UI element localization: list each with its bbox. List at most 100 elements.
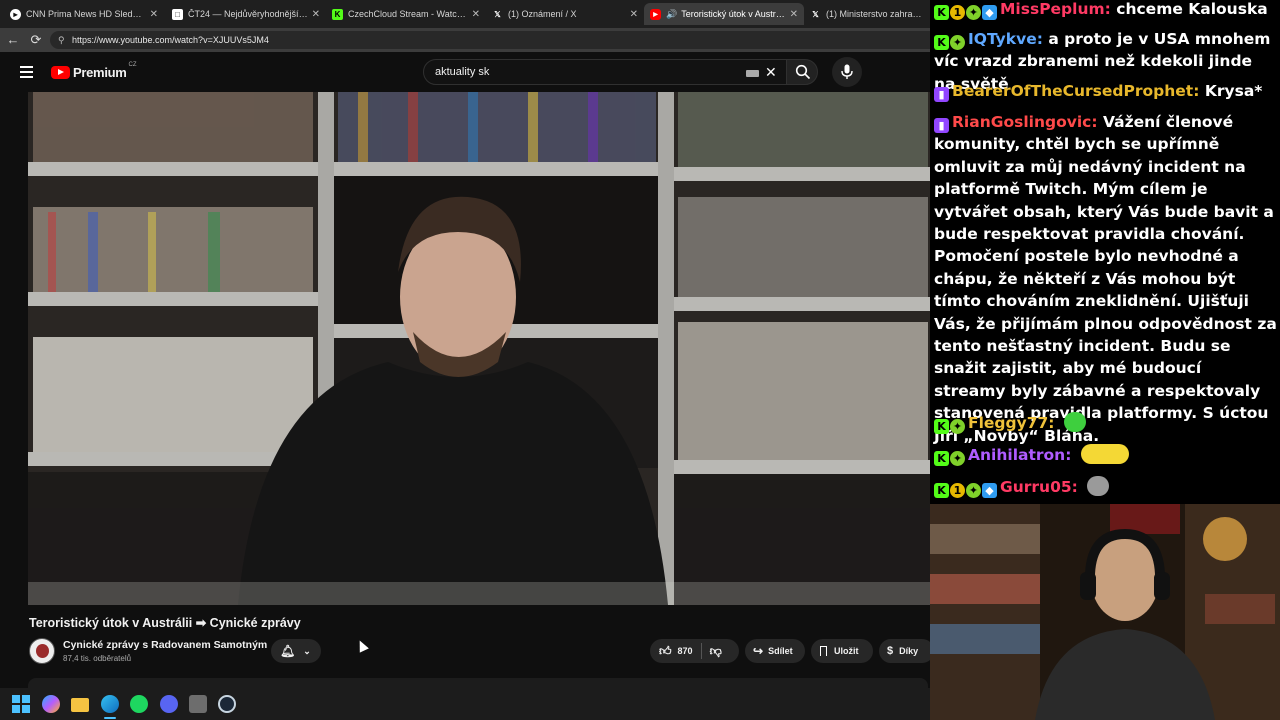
share-label: Sdílet (768, 646, 793, 656)
chat-username[interactable]: RianGoslingovic (952, 113, 1091, 131)
video-title: Teroristický útok v Austrálii ➡ Cynické … (29, 616, 301, 630)
back-icon[interactable]: ← (5, 32, 21, 48)
bookmark-icon (820, 646, 827, 656)
youtube-header: Premium CZ aktuality sk ✕ (0, 52, 930, 92)
chat-username[interactable]: Fleggy77 (968, 414, 1048, 432)
calculator-icon[interactable] (189, 695, 207, 713)
discord-icon[interactable] (160, 695, 178, 713)
chat-message: K ✦ Fleggy77: (934, 412, 1277, 434)
gem-badge-icon: ◆ (982, 5, 997, 20)
thumbs-down-icon: 👎︎ (709, 643, 722, 658)
keyboard-icon[interactable] (746, 70, 759, 77)
tab-title: ČT24 — Nejdůvěryhodnější zpravo (188, 9, 308, 19)
chat-username[interactable]: MissPeplum (1000, 0, 1105, 18)
site-info-icon[interactable]: ⚲ (58, 31, 65, 49)
close-tab-icon[interactable]: ✕ (312, 9, 320, 20)
reload-icon[interactable]: ⟳ (28, 32, 44, 48)
file-explorer-icon[interactable] (71, 698, 89, 712)
like-button[interactable]: 👍︎ 870 (650, 644, 693, 659)
avatar-image (36, 644, 49, 658)
chat-colon: : (1036, 30, 1049, 48)
windows-start-icon[interactable] (12, 695, 30, 713)
tab-title: CNN Prima News HD Sledujte na (26, 9, 146, 19)
chat-username[interactable]: Gurru05 (1000, 478, 1072, 496)
browser-tab[interactable]: ▸ CNN Prima News HD Sledujte na ✕ (4, 3, 164, 25)
video-player[interactable] (28, 92, 930, 605)
like-count: 870 (677, 646, 693, 656)
verified-badge-icon: ✦ (966, 5, 981, 20)
close-tab-icon[interactable]: ✕ (472, 9, 480, 20)
chat-colon: : (1071, 478, 1084, 496)
divider (700, 643, 702, 659)
youtube-logo[interactable]: Premium CZ (51, 62, 137, 80)
chat-message: ▮ BearerOfTheCursedProphet: Krysa* (934, 80, 1277, 102)
ct24-icon: □ (172, 8, 183, 20)
rat-emote-icon (1087, 476, 1110, 496)
thumbs-up-icon: 👍︎ (659, 643, 672, 658)
browser-tab[interactable]: 𝕏 (1) Ministerstvo zahraničních v (804, 3, 930, 25)
like-dislike-group: 👍︎ 870 👎︎ (650, 639, 739, 663)
tab-title: (1) Ministerstvo zahraničních v (826, 9, 924, 19)
youtube-icon: ▶ (650, 8, 661, 20)
thanks-button[interactable]: $ Díky (879, 639, 930, 663)
browser-tab[interactable]: 𝕏 (1) Oznámení / X ✕ (486, 3, 644, 25)
subscription-button[interactable]: 🔔︎ ⌄ (271, 639, 321, 663)
edge-browser-icon[interactable] (101, 695, 119, 713)
logo-text: Premium (73, 64, 127, 80)
verified-badge-icon: ✦ (950, 35, 965, 50)
taskbar (0, 688, 930, 720)
dislike-button[interactable]: 👎︎ (710, 644, 722, 659)
search-button[interactable] (786, 59, 818, 85)
close-tab-icon[interactable]: ✕ (630, 9, 638, 20)
chat-text: chceme Kalouska (1116, 0, 1268, 18)
clear-search-icon[interactable]: ✕ (765, 60, 777, 84)
address-bar: ← ⟳ ⚲ https://www.youtube.com/watch?v=XJ… (0, 28, 930, 52)
steam-icon[interactable] (218, 695, 236, 713)
menu-icon[interactable] (20, 66, 33, 78)
voice-search-button[interactable] (832, 57, 862, 87)
browser-tab[interactable]: K CzechCloud Stream - Watch Live o ✕ (326, 3, 486, 25)
chat-message: ▮ RianGoslingovic: Vážení členové komunit… (934, 111, 1277, 447)
chat-text: Vážení členové komunity, chtěl bych se u… (934, 113, 1277, 445)
tab-bar: ▸ CNN Prima News HD Sledujte na ✕ □ ČT24… (0, 0, 930, 28)
gem-badge-icon: ◆ (982, 483, 997, 498)
search-input[interactable]: aktuality sk ✕ (423, 59, 787, 85)
cnn-prima-icon: ▸ (10, 8, 21, 20)
description-peek (28, 678, 928, 688)
url-field[interactable]: ⚲ https://www.youtube.com/watch?v=XJUUVs… (50, 31, 930, 49)
save-button[interactable]: Uložit (811, 639, 873, 663)
tab-title: (1) Oznámení / X (508, 9, 577, 19)
channel-avatar[interactable] (29, 638, 55, 664)
share-button[interactable]: ↪ Sdílet (745, 639, 805, 663)
browser-tab[interactable]: □ ČT24 — Nejdůvěryhodnější zpravo ✕ (166, 3, 326, 25)
browser-window: ▸ CNN Prima News HD Sledujte na ✕ □ ČT24… (0, 0, 930, 688)
chat-username[interactable]: BearerOfTheCursedProphet (952, 82, 1193, 100)
close-tab-icon[interactable]: ✕ (150, 9, 158, 20)
channel-name[interactable]: Cynické zprávy s Radovanem Samotným (63, 639, 267, 651)
share-icon: ↪ (753, 644, 764, 658)
chat-colon: : (1193, 82, 1205, 100)
chat-username[interactable]: IQTykve (968, 30, 1037, 48)
thanks-label: Díky (899, 646, 919, 656)
close-tab-icon[interactable]: ✕ (790, 9, 798, 20)
logo-region: CZ (128, 62, 137, 68)
verified-badge-icon: ✦ (950, 451, 965, 466)
video-frame-image (28, 92, 930, 605)
subscriber-count: 87,4 tis. odběratelů (63, 654, 132, 663)
youtube-play-icon (51, 65, 70, 79)
stream-chat: K 1 ✦ ◆ MissPeplum: chceme Kalouska K ✦ IQTykve… (930, 0, 1280, 504)
search-value: aktuality sk (435, 66, 490, 78)
x-icon: 𝕏 (812, 9, 819, 19)
verified-badge-icon: ✦ (950, 419, 965, 434)
chat-username[interactable]: Anihilatron (968, 446, 1065, 464)
spotify-icon[interactable] (130, 695, 148, 713)
thanks-icon: $ (887, 645, 894, 657)
tab-title: Teroristický útok v Austrálii ➡ (681, 8, 786, 19)
copilot-icon[interactable] (42, 695, 60, 713)
chat-colon: : (1091, 113, 1103, 131)
browser-tab-active[interactable]: ▶ 🔊 Teroristický útok v Austrálii ➡ ✕ (644, 3, 804, 25)
search-icon (795, 64, 811, 80)
subscriber-badge-icon: 1 (950, 5, 965, 20)
chat-colon: : (1065, 446, 1077, 464)
speaker-icon[interactable]: 🔊 (666, 9, 677, 20)
